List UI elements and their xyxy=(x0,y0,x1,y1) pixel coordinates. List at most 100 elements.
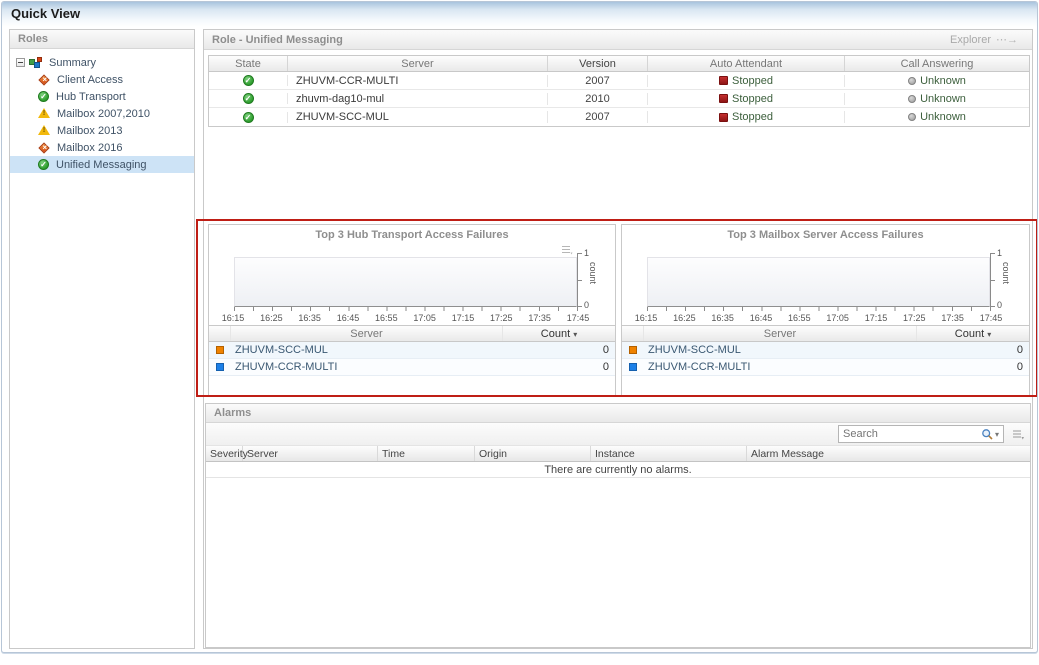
unknown-status-icon xyxy=(908,95,916,103)
tree-item-client-access[interactable]: ✕ Client Access xyxy=(10,71,194,88)
unknown-status-icon xyxy=(908,77,916,85)
server-name: ZHUVM-CCR-MULTI xyxy=(644,361,917,373)
auto-attendant-status: Stopped xyxy=(732,75,773,87)
role-panel-title: Role - Unified Messaging xyxy=(212,34,343,46)
col-header-state[interactable]: State xyxy=(209,56,288,71)
exchange-summary-icon xyxy=(29,57,43,69)
chart-legend-table: Server Count ▾ ZHUVM-SCC-MUL 0 ZHUVM-CCR… xyxy=(209,325,615,376)
ok-check-icon: ✓ xyxy=(38,159,49,170)
legend-row[interactable]: ZHUVM-CCR-MULTI 0 xyxy=(622,359,1029,376)
x-axis-ticks xyxy=(234,307,578,311)
search-box: ▾ xyxy=(838,425,1004,443)
tree-item-mailbox-2007-2010[interactable]: ! Mailbox 2007,2010 xyxy=(10,105,194,122)
call-answering-status: Unknown xyxy=(920,75,966,87)
tree-item-label: Client Access xyxy=(57,74,123,86)
server-version: 2007 xyxy=(548,111,648,123)
quick-view-window: Quick View Roles Summary ✕ Client Access… xyxy=(1,1,1038,653)
col-header-time[interactable]: Time xyxy=(378,446,475,461)
roles-panel-header: Roles xyxy=(10,30,194,49)
search-options-caret-icon[interactable]: ▾ xyxy=(994,430,1003,439)
alarms-panel: Alarms ▾ Severity Server Time Origin Ins… xyxy=(205,403,1031,648)
tree-item-label: Mailbox 2013 xyxy=(57,125,122,137)
tree-item-label: Mailbox 2016 xyxy=(57,142,122,154)
warning-triangle-icon: ! xyxy=(38,108,50,119)
auto-attendant-status: Stopped xyxy=(732,111,773,123)
role-panel-header: Role - Unified Messaging Explorer⋯→ xyxy=(204,30,1032,50)
tree-item-hub-transport[interactable]: ✓ Hub Transport xyxy=(10,88,194,105)
legend-row[interactable]: ZHUVM-SCC-MUL 0 xyxy=(209,342,615,359)
page-title: Quick View xyxy=(11,6,80,21)
tree-item-mailbox-2013[interactable]: ! Mailbox 2013 xyxy=(10,122,194,139)
y-min-label: 0 xyxy=(584,300,589,310)
chart-legend-table: Server Count ▾ ZHUVM-SCC-MUL 0 ZHUVM-CCR… xyxy=(622,325,1029,376)
col-header-alarm-message[interactable]: Alarm Message xyxy=(747,446,1030,461)
legend-row[interactable]: ZHUVM-CCR-MULTI 0 xyxy=(209,359,615,376)
ok-check-icon: ✓ xyxy=(243,75,254,86)
table-row[interactable]: ✓ zhuvm-dag10-mul 2010 Stopped Unknown xyxy=(209,90,1029,108)
count-value: 0 xyxy=(917,361,1029,373)
server-name: ZHUVM-SCC-MUL xyxy=(288,111,548,123)
tree-item-mailbox-2016[interactable]: ✕ Mailbox 2016 xyxy=(10,139,194,156)
col-header-call-answering[interactable]: Call Answering xyxy=(845,56,1029,71)
stopped-status-icon xyxy=(719,113,728,122)
y-max-label: 1 xyxy=(584,248,589,258)
ok-check-icon: ✓ xyxy=(243,93,254,104)
col-header-server[interactable]: Server xyxy=(644,326,917,341)
table-row[interactable]: ✓ ZHUVM-SCC-MUL 2007 Stopped Unknown xyxy=(209,108,1029,126)
count-value: 0 xyxy=(503,361,615,373)
alarms-toolbar: ▾ xyxy=(206,423,1030,446)
server-name: ZHUVM-CCR-MULTI xyxy=(231,361,503,373)
ok-check-icon: ✓ xyxy=(38,91,49,102)
title-bar: Quick View xyxy=(2,2,1037,27)
col-header-server[interactable]: Server xyxy=(243,446,378,461)
col-header-server[interactable]: Server xyxy=(288,56,548,71)
col-header-severity[interactable]: Severity xyxy=(206,446,243,461)
chart-title: Top 3 Mailbox Server Access Failures xyxy=(622,229,1029,241)
search-input[interactable] xyxy=(839,428,981,440)
hub-transport-failures-chart-panel: Top 3 Hub Transport Access Failures 1 0 … xyxy=(208,224,616,396)
x-axis-labels: 16:1516:2516:3516:4516:5517:0517:1517:25… xyxy=(215,313,596,323)
warning-triangle-icon: ! xyxy=(38,125,50,136)
ok-check-icon: ✓ xyxy=(243,112,254,123)
count-value: 0 xyxy=(917,344,1029,356)
chart-plot-area xyxy=(234,257,577,307)
search-icon[interactable] xyxy=(981,428,994,441)
chart-plot-area xyxy=(647,257,990,307)
tree-item-label: Summary xyxy=(49,57,96,69)
explorer-link[interactable]: Explorer⋯→ xyxy=(950,30,1018,50)
mailbox-failures-chart-panel: Top 3 Mailbox Server Access Failures 1 0… xyxy=(621,224,1030,396)
series-swatch-blue xyxy=(629,363,637,371)
col-header-server[interactable]: Server xyxy=(231,326,503,341)
tree-item-label: Unified Messaging xyxy=(56,159,147,171)
alarms-empty-message: There are currently no alarms. xyxy=(206,462,1030,478)
col-header-version[interactable]: Version xyxy=(548,56,648,71)
tree-item-unified-messaging[interactable]: ✓ Unified Messaging xyxy=(10,156,194,173)
table-row[interactable]: ✓ ZHUVM-CCR-MULTI 2007 Stopped Unknown xyxy=(209,72,1029,90)
table-customizer-icon[interactable] xyxy=(1012,428,1025,446)
tree-item-label: Mailbox 2007,2010 xyxy=(57,108,150,120)
critical-diamond-icon: ✕ xyxy=(38,74,49,85)
col-header-auto-attendant[interactable]: Auto Attendant xyxy=(648,56,845,71)
roles-panel: Roles Summary ✕ Client Access ✓ Hub Tran… xyxy=(9,29,195,649)
series-swatch-orange xyxy=(629,346,637,354)
y-axis-title: count xyxy=(1001,262,1011,284)
stopped-status-icon xyxy=(719,94,728,103)
tree-item-summary[interactable]: Summary xyxy=(10,54,194,71)
col-header-origin[interactable]: Origin xyxy=(475,446,591,461)
stopped-status-icon xyxy=(719,76,728,85)
tree-item-label: Hub Transport xyxy=(56,91,126,103)
col-header-count[interactable]: Count ▾ xyxy=(503,326,615,341)
col-header-instance[interactable]: Instance xyxy=(591,446,747,461)
servers-table-header: State Server Version Auto Attendant Call… xyxy=(209,56,1029,72)
role-detail-panel: Role - Unified Messaging Explorer⋯→ Stat… xyxy=(203,29,1033,649)
collapse-icon[interactable] xyxy=(16,58,25,67)
server-name: ZHUVM-CCR-MULTI xyxy=(288,75,548,87)
legend-row[interactable]: ZHUVM-SCC-MUL 0 xyxy=(622,342,1029,359)
chart-title: Top 3 Hub Transport Access Failures xyxy=(209,229,615,241)
col-header-count[interactable]: Count ▾ xyxy=(917,326,1029,341)
x-axis-labels: 16:1516:2516:3516:4516:5517:0517:1517:25… xyxy=(628,313,1009,323)
sort-desc-icon: ▾ xyxy=(573,330,577,339)
x-axis-ticks xyxy=(647,307,991,311)
call-answering-status: Unknown xyxy=(920,93,966,105)
call-answering-status: Unknown xyxy=(920,111,966,123)
